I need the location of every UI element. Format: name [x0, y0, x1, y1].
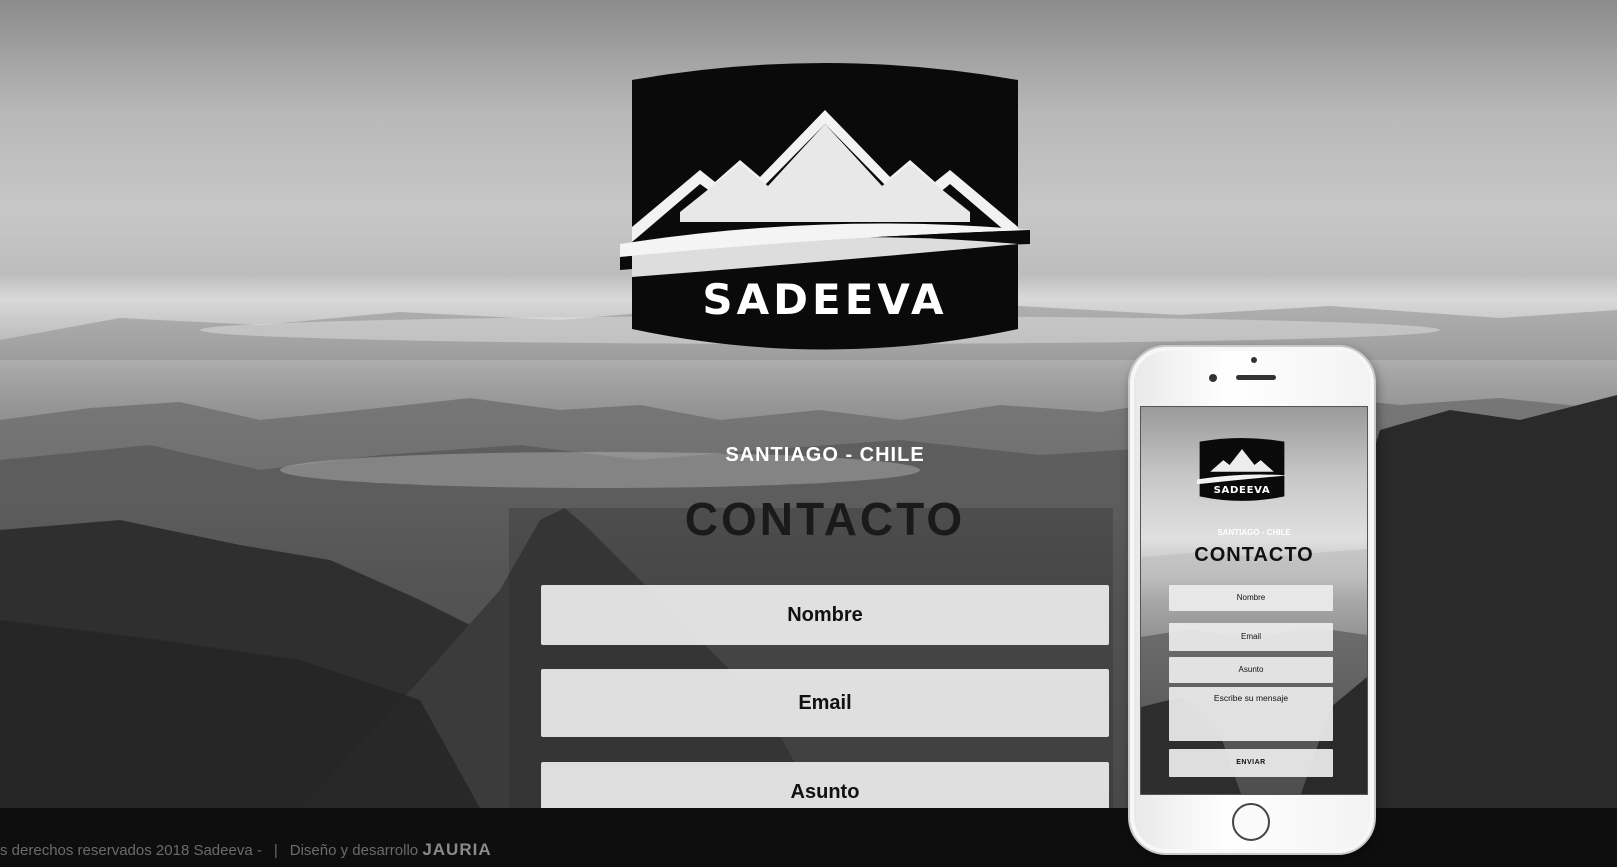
footer-separator: |: [273, 842, 278, 859]
footer-credit: Diseño y desarrollo: [289, 842, 419, 859]
mobile-message-field[interactable]: Escribe su mensaje: [1169, 687, 1333, 741]
mobile-sadeeva-logo: SADEEVA: [1197, 435, 1287, 503]
mobile-mountain-emblem-icon: SADEEVA: [1197, 437, 1287, 501]
sadeeva-logo[interactable]: SADEEVA: [620, 52, 1030, 357]
logo-wordmark: SADEEVA: [702, 275, 947, 324]
home-button-icon: [1232, 803, 1270, 841]
contact-heading: CONTACTO: [684, 493, 966, 545]
mobile-asunto-field[interactable]: Asunto: [1169, 657, 1333, 683]
mobile-nombre-field[interactable]: Nombre: [1169, 585, 1333, 611]
footer-agency-link[interactable]: JAURIA: [422, 840, 491, 859]
phone-camera-icon: [1209, 374, 1217, 382]
email-input[interactable]: [541, 669, 1109, 737]
phone-screen: SADEEVA SANTIAGO - CHILE CONTACTO Nombre…: [1140, 406, 1368, 795]
nombre-input[interactable]: [541, 585, 1109, 645]
phone-sensor-icon: [1251, 357, 1257, 363]
mobile-send-button[interactable]: ENVIAR: [1169, 749, 1333, 777]
footer-text: s derechos reservados 2018 Sadeeva - | Dis…: [0, 841, 492, 860]
mobile-email-field[interactable]: Email: [1169, 623, 1333, 651]
phone-mockup: SADEEVA SANTIAGO - CHILE CONTACTO Nombre…: [1128, 345, 1376, 855]
mobile-contact-heading: CONTACTO: [1194, 544, 1314, 566]
mountain-emblem-icon: SADEEVA: [620, 63, 1030, 350]
mobile-location-text: SANTIAGO - CHILE: [1217, 528, 1291, 537]
phone-speaker-icon: [1236, 375, 1276, 380]
page: SADEEVA SANTIAGO - CHILE CONTACTO s dere…: [0, 0, 1617, 867]
mobile-logo-wordmark: SADEEVA: [1214, 485, 1271, 496]
footer-copyright: s derechos reservados 2018 Sadeeva -: [0, 842, 262, 859]
location-text: SANTIAGO - CHILE: [725, 444, 925, 466]
